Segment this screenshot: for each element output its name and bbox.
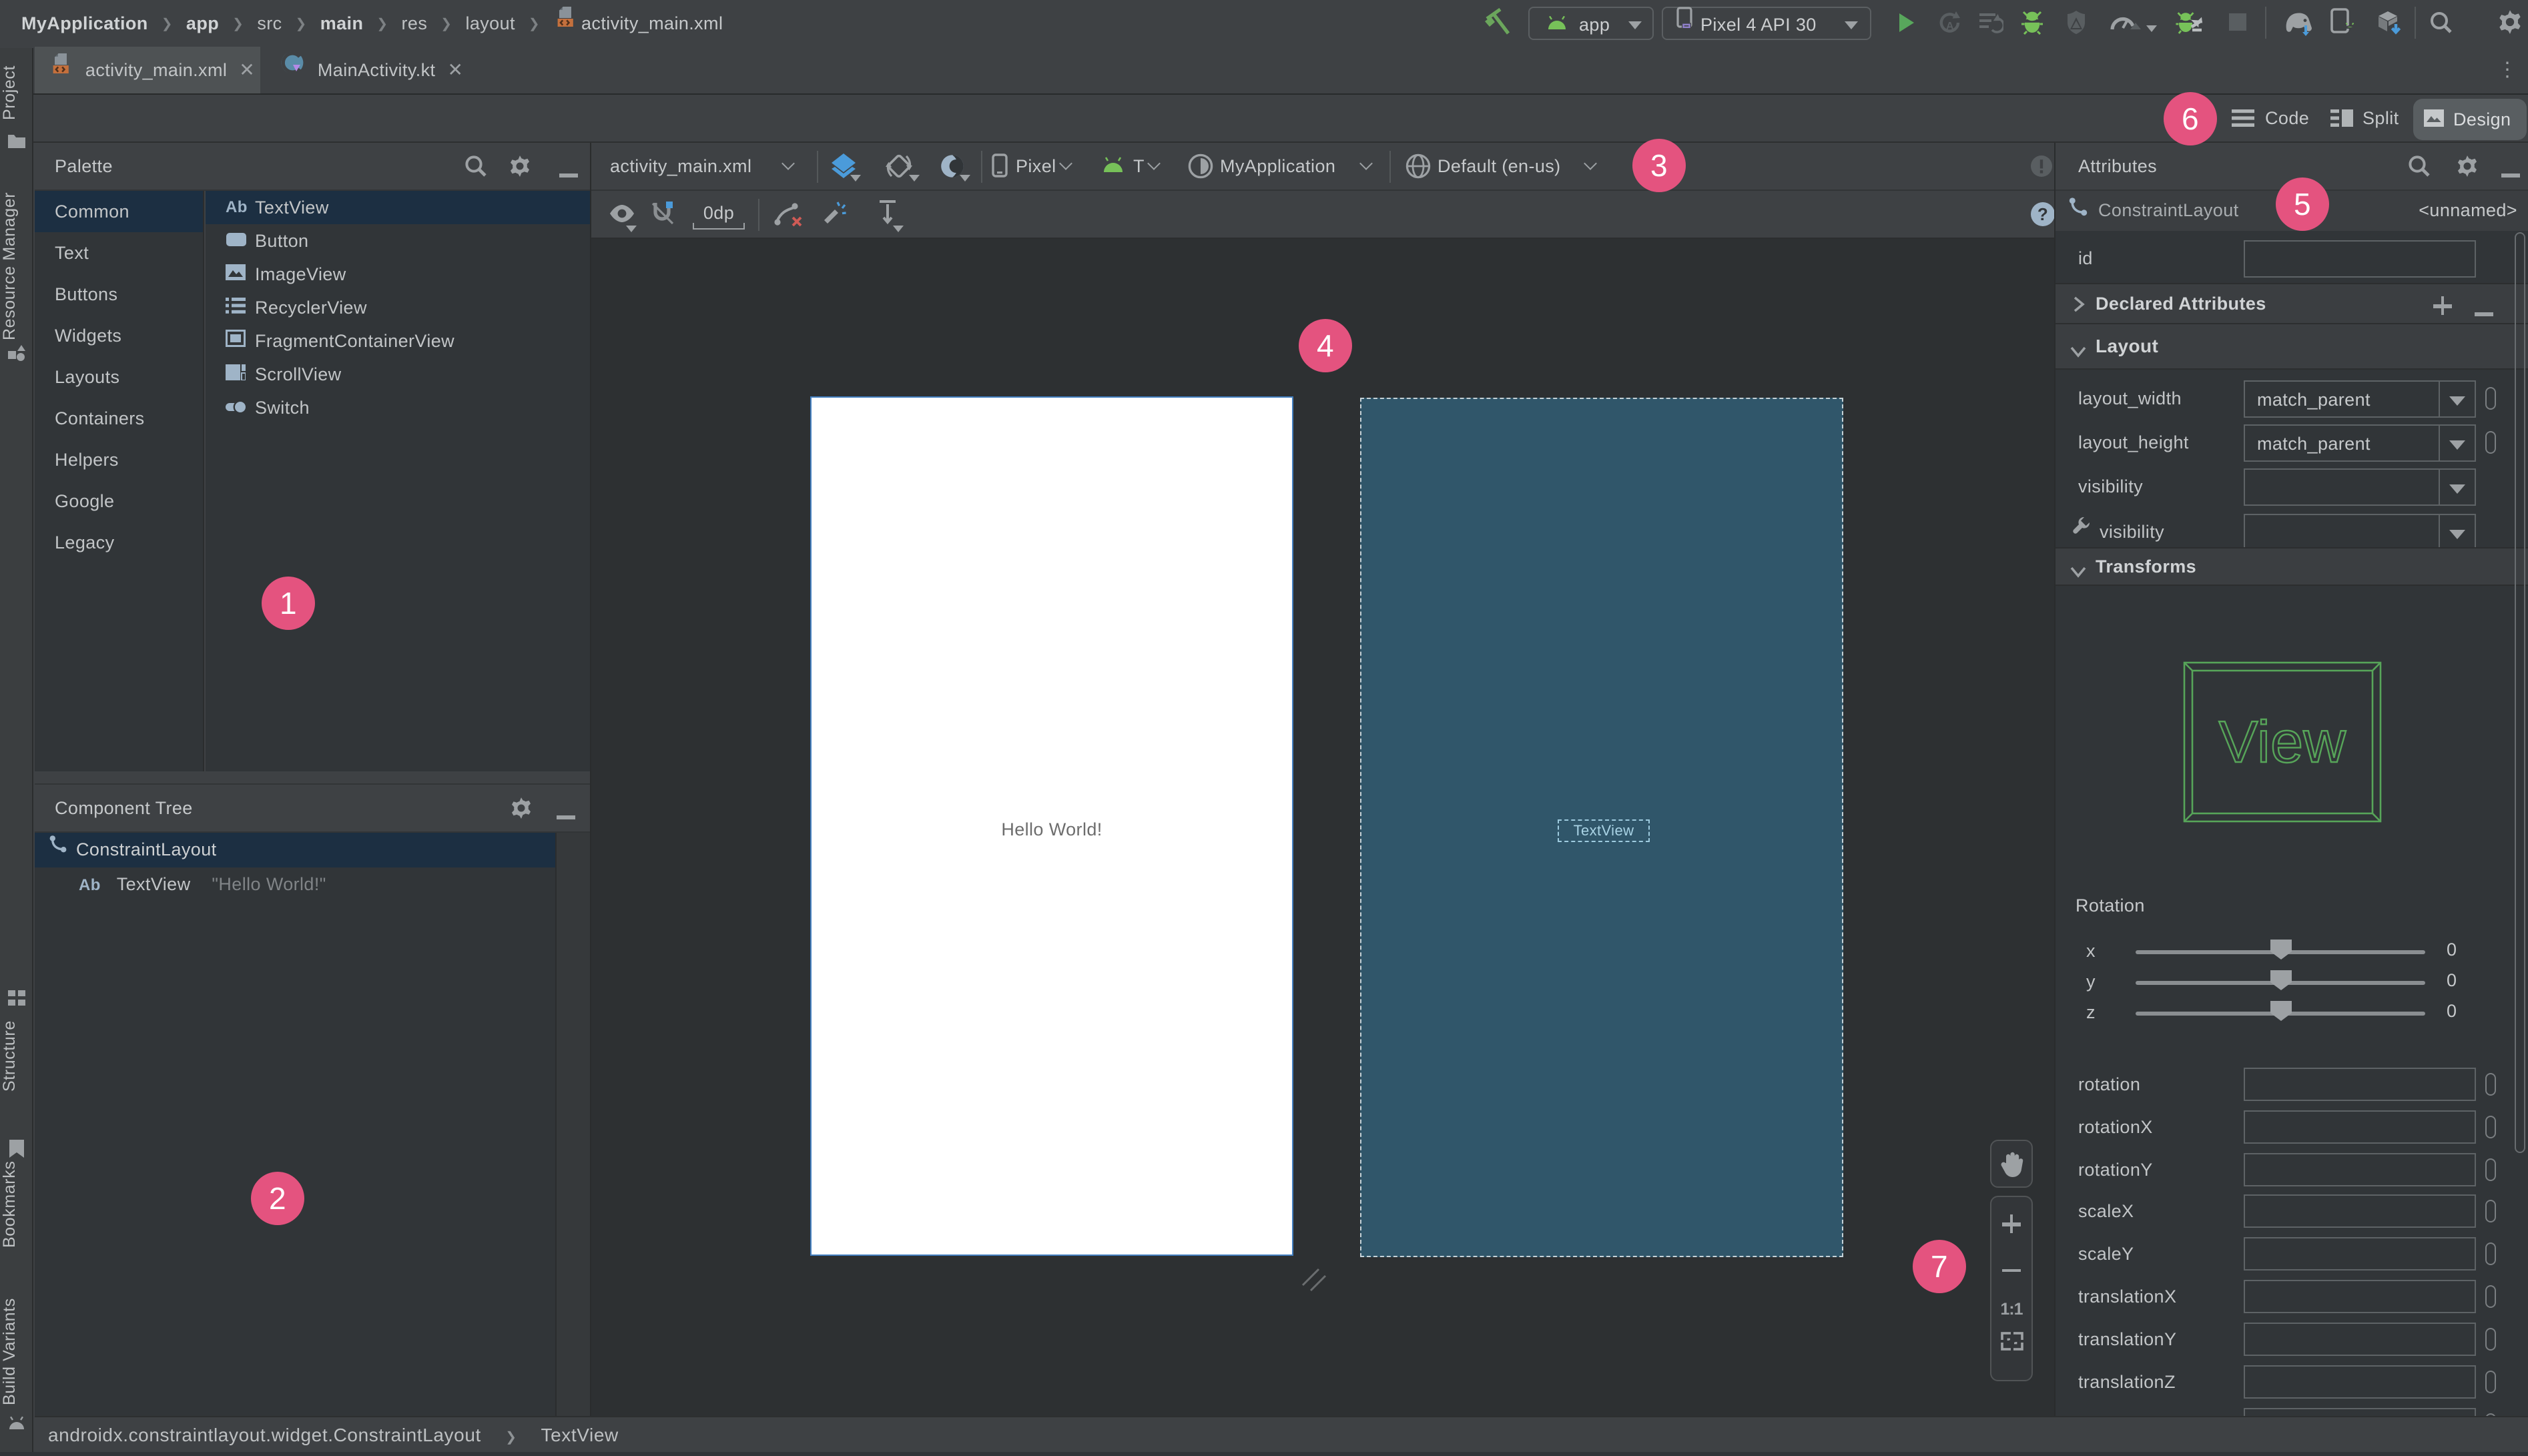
svg-text:View: View — [2219, 709, 2346, 775]
svg-text:A: A — [1946, 21, 1954, 32]
svg-text:?: ? — [2037, 204, 2048, 224]
